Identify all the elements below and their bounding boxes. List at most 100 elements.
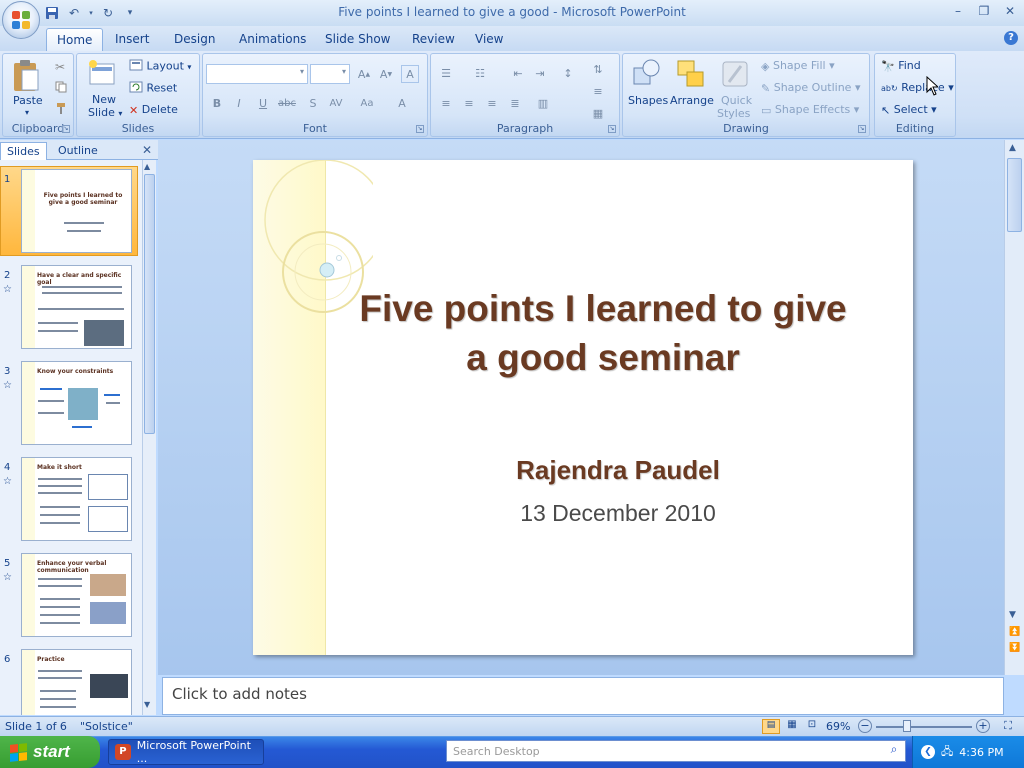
shape-effects-button[interactable]: ▭ Shape Effects ▾	[761, 103, 859, 117]
tab-review[interactable]: Review	[402, 28, 465, 51]
font-launcher-icon[interactable]: ↘	[416, 125, 424, 133]
font-size-dropdown-icon[interactable]: ▾	[342, 67, 346, 76]
normal-view-icon[interactable]: ▤	[762, 719, 780, 734]
paste-button[interactable]: Paste	[13, 94, 43, 107]
zoom-out-icon[interactable]: −	[858, 719, 872, 733]
help-icon[interactable]: ?	[1004, 31, 1018, 45]
tab-slide-show[interactable]: Slide Show	[315, 28, 400, 51]
zoom-in-icon[interactable]: +	[976, 719, 990, 733]
grow-font-icon[interactable]: A ▲	[355, 65, 373, 83]
justify-icon[interactable]: ≣	[506, 94, 524, 112]
font-name-combo[interactable]: ▾	[206, 64, 308, 84]
tab-design[interactable]: Design	[164, 28, 225, 51]
align-right-icon[interactable]: ≡	[483, 94, 501, 112]
slide-sorter-icon[interactable]: ▦	[783, 719, 801, 734]
underline-icon[interactable]: U	[254, 94, 272, 112]
paste-dropdown-icon[interactable]: ▾	[25, 108, 29, 117]
numbering-icon[interactable]: ☷	[471, 64, 489, 82]
clear-formatting-icon[interactable]: A	[401, 65, 419, 83]
tab-animations[interactable]: Animations	[229, 28, 316, 51]
new-slide-button[interactable]: New	[92, 93, 116, 106]
start-button[interactable]: start	[0, 736, 100, 768]
delete-button[interactable]: ✕ Delete	[129, 103, 178, 117]
taskbar-item-powerpoint[interactable]: P Microsoft PowerPoint ...	[108, 739, 264, 765]
shape-fill-button[interactable]: ◈ Shape Fill ▾	[761, 59, 835, 73]
text-direction-icon[interactable]: ⇅	[589, 60, 607, 78]
thumbnail-scroll-thumb[interactable]	[144, 174, 155, 434]
slide-thumbnail-1[interactable]: Five points I learned to give a good sem…	[21, 169, 132, 253]
thumbnail-scrollbar[interactable]: ▲ ▼	[142, 160, 156, 715]
notes-pane[interactable]: Click to add notes	[162, 677, 1004, 715]
copy-icon[interactable]	[55, 81, 67, 96]
slide-thumbnail-4[interactable]: Make it short	[21, 457, 132, 541]
shapes-button[interactable]: Shapes	[628, 94, 668, 107]
paste-icon[interactable]	[11, 58, 41, 97]
zoom-level[interactable]: 69%	[826, 720, 850, 733]
zoom-slider[interactable]	[876, 726, 972, 728]
tab-view[interactable]: View	[465, 28, 513, 51]
zoom-slider-handle[interactable]	[903, 720, 911, 732]
bullets-icon[interactable]: ☰	[437, 64, 455, 82]
columns-icon[interactable]: ▥	[534, 94, 552, 112]
network-icon[interactable]: 🖧	[941, 743, 953, 762]
italic-icon[interactable]: I	[230, 94, 248, 112]
quick-styles-button[interactable]: Quick	[721, 94, 752, 107]
scroll-up-icon[interactable]: ▲	[1009, 143, 1016, 153]
font-color-icon[interactable]: A	[393, 94, 411, 112]
scroll-up-icon[interactable]: ▲	[144, 162, 150, 171]
fit-slide-icon[interactable]: ⛶	[1000, 719, 1016, 734]
drawing-launcher-icon[interactable]: ↘	[858, 125, 866, 133]
tab-outline[interactable]: Outline	[52, 142, 104, 160]
scroll-down-icon[interactable]: ▼	[1009, 610, 1016, 620]
shapes-icon[interactable]	[631, 58, 663, 93]
paragraph-launcher-icon[interactable]: ↘	[608, 125, 616, 133]
reset-button[interactable]: Reset	[129, 81, 177, 96]
previous-slide-icon[interactable]: ⏫	[1009, 627, 1020, 637]
slide-scrollbar[interactable]: ▲ ▼ ⏫ ⏬	[1004, 140, 1024, 675]
font-size-combo[interactable]: ▾	[310, 64, 350, 84]
shrink-font-icon[interactable]: A ▼	[377, 65, 395, 83]
character-spacing-icon[interactable]: AV	[327, 94, 345, 112]
desktop-search-input[interactable]: Search Desktop	[446, 740, 906, 762]
tab-home[interactable]: Home	[46, 28, 104, 51]
slide-show-icon[interactable]: ⊡	[803, 719, 821, 734]
tray-arrow-icon[interactable]: ❮	[921, 745, 935, 759]
office-button[interactable]	[2, 1, 40, 39]
slide-scroll-thumb[interactable]	[1007, 158, 1022, 232]
arrange-icon[interactable]	[675, 58, 707, 93]
new-slide-label[interactable]: Slide ▾	[88, 106, 122, 119]
maximize-icon[interactable]: ❐	[976, 3, 992, 19]
slide-thumbnail-5[interactable]: Enhance your verbal communication	[21, 553, 132, 637]
minimize-icon[interactable]: –	[950, 3, 966, 19]
slide-thumbnail-3[interactable]: Know your constraints	[21, 361, 132, 445]
shape-outline-button[interactable]: ✎ Shape Outline ▾	[761, 81, 861, 95]
close-icon[interactable]: ✕	[1002, 3, 1018, 19]
clipboard-launcher-icon[interactable]: ↘	[62, 125, 70, 133]
text-shadow-icon[interactable]: S	[304, 94, 322, 112]
quick-styles-icon[interactable]	[719, 58, 751, 93]
tab-slides[interactable]: Slides	[0, 142, 47, 160]
search-icon[interactable]: ⌕	[884, 742, 904, 760]
slide-thumbnail-2[interactable]: Have a clear and specific goal	[21, 265, 132, 349]
replace-button[interactable]: ab↻ Replace ▾	[881, 81, 954, 94]
tab-insert[interactable]: Insert	[105, 28, 159, 51]
font-name-dropdown-icon[interactable]: ▾	[300, 67, 304, 76]
pane-close-icon[interactable]: ✕	[142, 143, 152, 157]
bold-icon[interactable]: B	[208, 94, 226, 112]
slide-date[interactable]: 13 December 2010	[433, 500, 803, 527]
align-left-icon[interactable]: ≡	[437, 94, 455, 112]
format-painter-icon[interactable]	[55, 102, 67, 117]
arrange-button[interactable]: Arrange	[670, 94, 714, 107]
strikethrough-icon[interactable]: abc	[278, 94, 296, 112]
convert-smartart-icon[interactable]: ▦	[589, 104, 607, 122]
scroll-down-icon[interactable]: ▼	[144, 700, 150, 709]
clock[interactable]: 4:36 PM	[959, 746, 1003, 759]
cut-icon[interactable]: ✂	[55, 60, 65, 74]
find-button[interactable]: 🔭 Find	[881, 59, 921, 73]
slide-author[interactable]: Rajendra Paudel	[433, 455, 803, 486]
slide-canvas[interactable]: Five points I learned to give a good sem…	[253, 160, 913, 655]
slide-title[interactable]: Five points I learned to give a good sem…	[353, 284, 853, 382]
line-spacing-icon[interactable]: ↕	[559, 64, 577, 82]
new-slide-icon[interactable]	[87, 59, 117, 92]
slide-thumbnail-6[interactable]: Practice	[21, 649, 132, 715]
